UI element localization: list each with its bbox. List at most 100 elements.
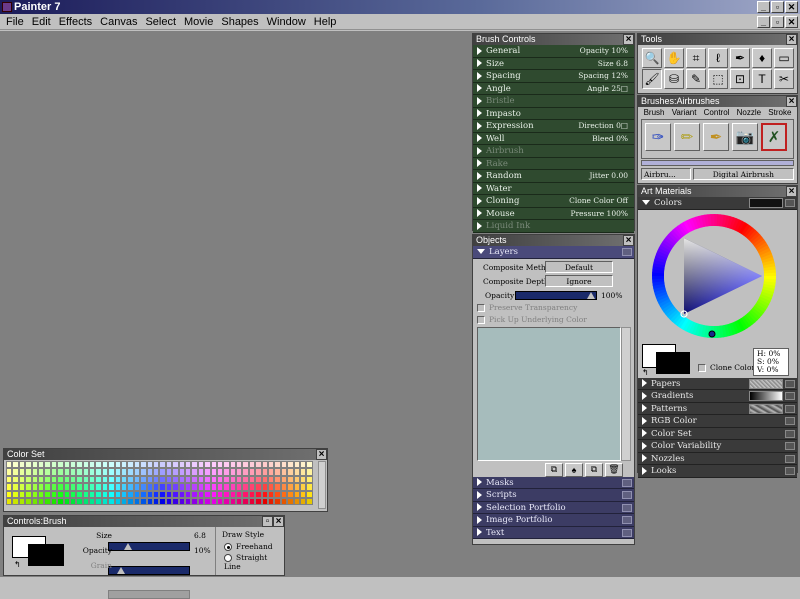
new-layer-icon[interactable]: ⧉: [585, 462, 603, 477]
section-options-icon[interactable]: [785, 429, 795, 438]
scissors-icon[interactable]: ✂: [774, 69, 794, 89]
objects-section-header[interactable]: Masks: [473, 476, 634, 489]
brush-control-row[interactable]: Random Jitter 0.00: [473, 170, 634, 183]
art-materials-section-header[interactable]: Color Variability: [638, 440, 797, 453]
menu-window[interactable]: Window: [263, 16, 310, 28]
section-options-icon[interactable]: [785, 379, 795, 388]
brushes-close-icon[interactable]: ×: [786, 96, 797, 107]
color-wheel[interactable]: [644, 212, 794, 340]
section-options-icon[interactable]: [785, 454, 795, 463]
section-options-icon[interactable]: [785, 442, 795, 450]
brush-tool-icon[interactable]: 🖌: [642, 69, 662, 89]
airbrushes-icon[interactable]: ✗: [761, 123, 787, 151]
section-options-icon[interactable]: [622, 503, 632, 512]
objects-section-header[interactable]: Image Portfolio: [473, 514, 634, 527]
section-options-icon[interactable]: [785, 417, 795, 425]
brush-control-row[interactable]: Impasto: [473, 107, 634, 120]
layer-opacity-slider[interactable]: [515, 290, 597, 300]
color-swatch[interactable]: [306, 497, 313, 506]
pickup-color-checkbox[interactable]: Pick Up Underlying Color: [477, 315, 587, 324]
brush-variant-select[interactable]: Digital Airbrush: [692, 168, 794, 180]
art-materials-close-icon[interactable]: ×: [786, 186, 797, 197]
magnifier-icon[interactable]: 🔍: [642, 48, 662, 68]
dropper-icon[interactable]: ✎: [686, 69, 706, 89]
brush-controls-close-icon[interactable]: ×: [623, 34, 634, 45]
section-options-icon[interactable]: [785, 392, 795, 400]
clone-color-checkbox[interactable]: Clone Color: [698, 363, 755, 372]
delete-layer-icon[interactable]: 🗑: [605, 462, 623, 477]
freehand-radio-dot[interactable]: [224, 543, 232, 551]
layers-options-icon[interactable]: [622, 248, 632, 256]
brush-control-row[interactable]: Cloning Clone Color Off: [473, 195, 634, 208]
controls-opacity-knob[interactable]: [117, 567, 125, 574]
colors-section-header[interactable]: Colors: [638, 197, 797, 210]
freehand-radio[interactable]: Freehand: [216, 541, 285, 552]
layer-list[interactable]: [477, 326, 621, 461]
section-options-icon[interactable]: [622, 516, 632, 524]
section-options-icon[interactable]: [622, 478, 632, 487]
color-swatch[interactable]: [306, 475, 313, 484]
color-set-scrollbar[interactable]: [318, 461, 326, 509]
rectangle-shape-icon[interactable]: ▭: [774, 48, 794, 68]
section-options-icon[interactable]: [622, 491, 632, 499]
brush-control-row[interactable]: Size Size 6.8: [473, 57, 634, 70]
menu-help[interactable]: Help: [310, 16, 341, 28]
menu-file[interactable]: File: [2, 16, 28, 28]
brush-control-row[interactable]: Expression Direction 0□: [473, 120, 634, 133]
brush-tab[interactable]: Brush: [644, 108, 665, 117]
brush-control-row[interactable]: Spacing Spacing 12%: [473, 70, 634, 83]
menu-select[interactable]: Select: [141, 16, 180, 28]
layer-adjuster-icon[interactable]: ⧉: [545, 462, 563, 477]
secondary-color-swatch[interactable]: [656, 351, 690, 374]
straight-line-radio[interactable]: Straight Line: [216, 552, 285, 572]
doc-restore-button[interactable]: ▫: [771, 16, 784, 28]
preserve-transparency-box[interactable]: [477, 303, 485, 312]
controls-secondary-swatch[interactable]: [28, 544, 64, 566]
minimize-button[interactable]: _: [757, 1, 770, 13]
tools-close-icon[interactable]: ×: [786, 34, 797, 45]
brush-strip-bar[interactable]: [641, 160, 794, 166]
brush-control-row[interactable]: Angle Angle 25□: [473, 82, 634, 95]
menu-effects[interactable]: Effects: [55, 16, 96, 28]
brush-control-row[interactable]: Bristle: [473, 95, 634, 108]
photo-icon[interactable]: 📷: [732, 123, 758, 151]
restore-button[interactable]: ▫: [771, 1, 784, 13]
doc-close-button[interactable]: ✕: [785, 16, 798, 28]
pickup-color-box[interactable]: [477, 315, 485, 324]
brush-control-row[interactable]: Airbrush: [473, 145, 634, 158]
color-swatch[interactable]: [306, 461, 313, 469]
objects-section-header[interactable]: Text: [473, 526, 634, 539]
art-materials-section-header[interactable]: Papers: [638, 377, 797, 390]
grabber-hand-icon[interactable]: ✋: [664, 48, 684, 68]
layers-section-header[interactable]: Layers: [473, 246, 634, 259]
art-materials-section-header[interactable]: RGB Color: [638, 415, 797, 428]
colors-options-icon[interactable]: [785, 199, 795, 207]
controls-brush-close-icon[interactable]: ×: [273, 516, 284, 527]
pen-bezier-icon[interactable]: ♦: [752, 48, 772, 68]
menu-movie[interactable]: Movie: [180, 16, 217, 28]
controls-brush-restore-icon[interactable]: ▫: [262, 516, 273, 527]
variant-tab[interactable]: Variant: [672, 108, 697, 117]
color-swatch[interactable]: [306, 468, 313, 476]
controls-swap-icon[interactable]: ↰: [14, 560, 21, 569]
paint-bucket-icon[interactable]: ⛁: [664, 69, 684, 89]
section-options-icon[interactable]: [785, 467, 795, 475]
straight-line-radio-dot[interactable]: [224, 554, 232, 562]
control-tab[interactable]: Control: [704, 108, 730, 117]
layer-opacity-knob[interactable]: [587, 291, 595, 299]
controls-size-slider[interactable]: [108, 542, 190, 551]
brush-control-row[interactable]: Rake: [473, 157, 634, 170]
doc-minimize-button[interactable]: _: [757, 16, 770, 28]
color-swatch[interactable]: [306, 483, 313, 491]
layer-list-scrollbar[interactable]: [621, 326, 631, 461]
pens-icon[interactable]: ✒: [703, 123, 729, 151]
menu-edit[interactable]: Edit: [28, 16, 55, 28]
brush-control-row[interactable]: Water: [473, 182, 634, 195]
preserve-transparency-checkbox[interactable]: Preserve Transparency: [477, 303, 577, 312]
brush-category-select[interactable]: Airbru...: [641, 168, 691, 180]
section-options-icon[interactable]: [622, 528, 632, 537]
felt-pens-icon[interactable]: ✑: [645, 123, 671, 151]
layer-adjuster-tool-icon[interactable]: ⊡: [730, 69, 750, 89]
objects-section-header[interactable]: Scripts: [473, 489, 634, 502]
stroke-tab[interactable]: Stroke: [768, 108, 791, 117]
